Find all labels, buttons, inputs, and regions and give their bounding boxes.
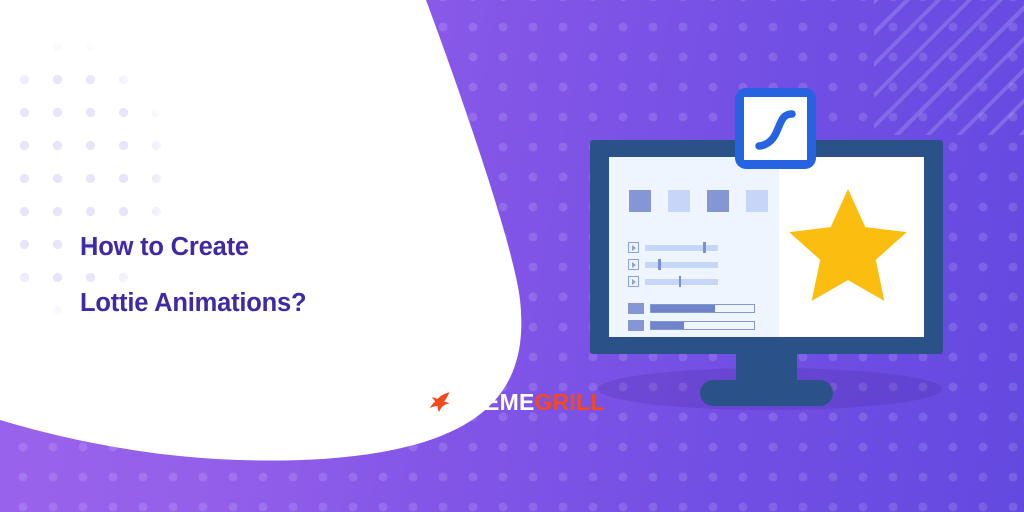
logo-wordmark: THEMEGRILL xyxy=(453,388,605,415)
play-icon xyxy=(628,242,639,253)
headline-line-2: Lottie Animations? xyxy=(80,289,307,317)
preview-panel xyxy=(779,157,924,337)
slider-knob xyxy=(658,258,661,271)
progress-track xyxy=(650,321,755,330)
timeline-slider-row xyxy=(628,275,718,288)
banner-canvas: How to Create Lottie Animations? THEMEGR… xyxy=(0,0,1024,512)
slider-knob xyxy=(678,275,681,288)
progress-track xyxy=(650,304,755,313)
diagonal-stripes-pattern xyxy=(874,0,1024,135)
progress-fill xyxy=(651,305,715,312)
timeline-slider-row xyxy=(628,258,718,271)
headline-line-1: How to Create xyxy=(80,233,249,261)
layer-icon xyxy=(628,303,644,314)
monitor-screen xyxy=(609,157,924,337)
progress-fill xyxy=(651,322,684,329)
color-swatch xyxy=(707,190,729,212)
monitor-illustration xyxy=(590,88,950,410)
color-swatch xyxy=(668,190,690,212)
timeline-slider-row xyxy=(628,241,718,254)
play-icon xyxy=(628,259,639,270)
slider-track xyxy=(645,275,718,288)
progress-bar-row xyxy=(628,303,755,314)
star-icon xyxy=(789,189,907,301)
badge-inner xyxy=(744,97,807,160)
monitor-bezel xyxy=(590,140,943,354)
color-swatch xyxy=(629,190,651,212)
progress-bar-row xyxy=(628,320,755,331)
play-icon xyxy=(628,276,639,287)
flame-icon xyxy=(429,392,450,412)
slider-track xyxy=(645,258,718,271)
logo-word-theme: THEME xyxy=(453,388,535,415)
slider-knob xyxy=(703,241,706,254)
editor-panel xyxy=(609,157,779,337)
color-swatch-row xyxy=(629,190,769,212)
ease-curve-badge xyxy=(735,88,816,169)
page-title: How to Create Lottie Animations? xyxy=(80,219,410,331)
themegrill-logo: THEMEGRILL xyxy=(428,389,605,415)
monitor-stand-base xyxy=(700,380,833,406)
color-swatch xyxy=(746,190,768,212)
slider-track xyxy=(645,241,718,254)
layer-icon xyxy=(628,320,644,331)
ease-curve-icon xyxy=(754,109,796,150)
